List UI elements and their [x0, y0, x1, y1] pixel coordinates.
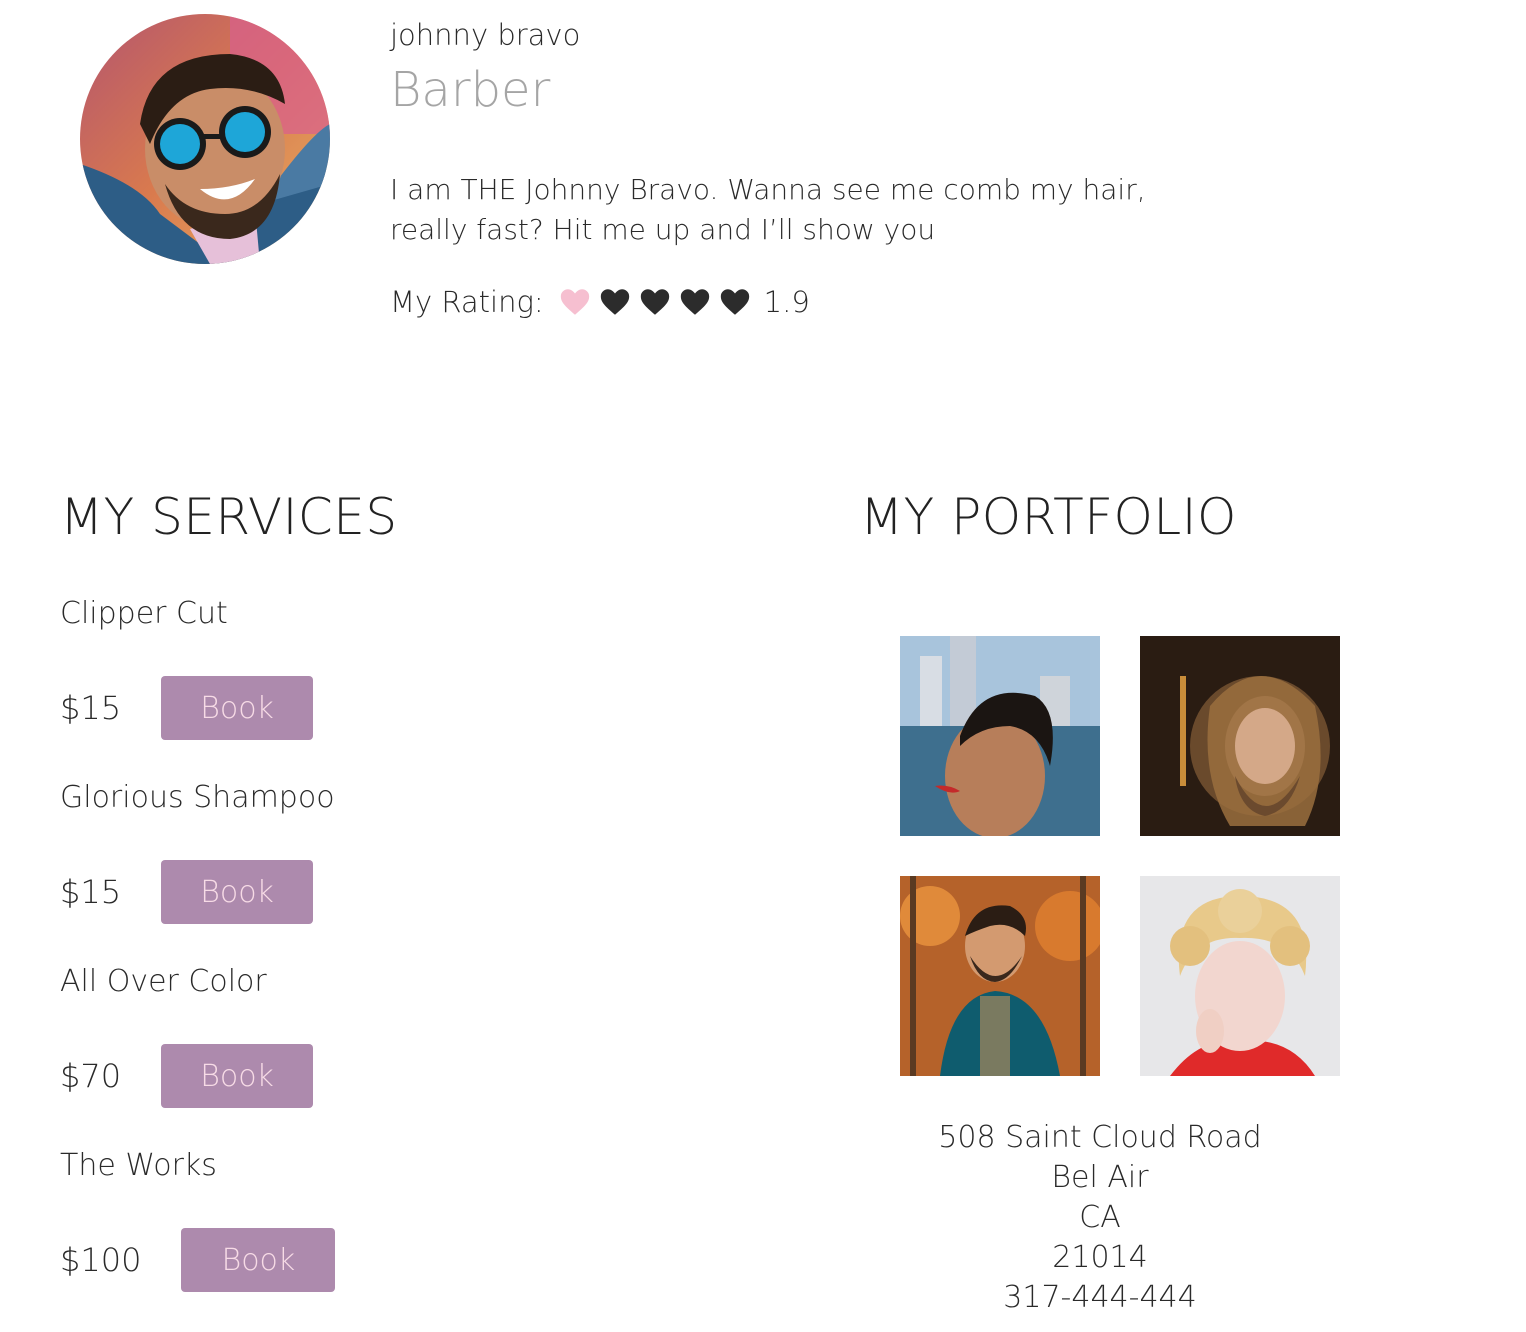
portfolio-photo[interactable] [1140, 636, 1340, 836]
service-row: $70 Book [60, 1044, 314, 1108]
service-item: Clipper Cut $15 Book [60, 596, 760, 780]
heart-icon [718, 285, 752, 319]
service-price: $15 [60, 873, 122, 911]
services-list: Clipper Cut $15 Book Glorious Shampoo $1… [60, 596, 760, 1332]
heart-filled-icon [558, 285, 592, 319]
service-price: $70 [60, 1057, 122, 1095]
rating-label: My Rating: [390, 285, 544, 319]
service-name: Clipper Cut [60, 596, 228, 631]
address-city: Bel Air [1051, 1160, 1149, 1195]
book-button[interactable]: Book [181, 1228, 336, 1292]
profile-name: johnny bravo [390, 18, 581, 52]
portfolio-photo[interactable] [900, 636, 1100, 836]
book-button[interactable]: Book [161, 676, 314, 740]
heart-icon [598, 285, 632, 319]
portfolio-photo[interactable] [1140, 876, 1340, 1076]
service-name: The Works [60, 1148, 217, 1183]
portfolio-title: MY PORTFOLIO [860, 488, 1237, 546]
book-button[interactable]: Book [161, 1044, 314, 1108]
profile-role: Barber [390, 62, 551, 118]
address-zip: 21014 [1052, 1240, 1148, 1275]
services-title: MY SERVICES [60, 488, 398, 546]
portfolio-photo[interactable] [900, 876, 1100, 1076]
address-state: CA [1079, 1200, 1121, 1235]
service-item: All Over Color $70 Book [60, 964, 760, 1148]
portfolio-grid [900, 636, 1340, 1076]
service-name: Glorious Shampoo [60, 780, 335, 815]
service-item: Glorious Shampoo $15 Book [60, 780, 760, 964]
service-row: $15 Book [60, 676, 314, 740]
book-button[interactable]: Book [161, 860, 314, 924]
address-street: 508 Saint Cloud Road [938, 1120, 1262, 1155]
address-block: 508 Saint Cloud Road Bel Air CA 21014 31… [900, 1118, 1300, 1318]
profile-avatar [80, 14, 330, 264]
service-row: $15 Book [60, 860, 314, 924]
service-price: $100 [60, 1241, 142, 1279]
service-price: $15 [60, 689, 122, 727]
service-name: All Over Color [60, 964, 267, 999]
heart-icon [678, 285, 712, 319]
service-item: The Works $100 Book [60, 1148, 760, 1332]
heart-icon [638, 285, 672, 319]
service-row: $100 Book [60, 1228, 336, 1292]
rating-value: 1.9 [763, 285, 810, 319]
rating: My Rating: 1.9 [390, 280, 810, 324]
address-phone[interactable]: 317-444-444 [900, 1278, 1300, 1318]
profile-bio: I am THE Johnny Bravo. Wanna see me comb… [390, 173, 1146, 246]
